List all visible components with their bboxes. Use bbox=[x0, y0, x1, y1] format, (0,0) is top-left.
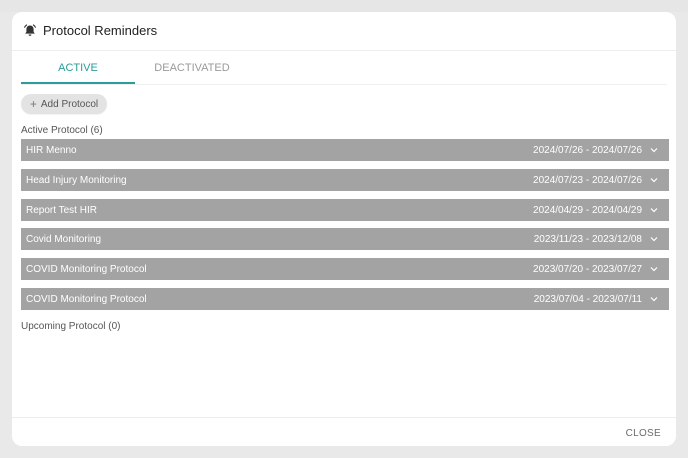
chevron-down-icon[interactable] bbox=[650, 206, 658, 214]
protocol-dates: 2023/07/04 - 2023/07/11 bbox=[533, 294, 642, 305]
protocol-row[interactable]: COVID Monitoring Protocol 2023/07/20 - 2… bbox=[21, 258, 669, 280]
protocol-name: Report Test HIR bbox=[26, 205, 97, 216]
add-protocol-label: Add Protocol bbox=[40, 98, 99, 110]
tabs-divider bbox=[21, 84, 667, 85]
protocol-dates: 2024/07/26 - 2024/07/26 bbox=[533, 145, 642, 156]
bell-icon bbox=[24, 24, 36, 36]
add-protocol-button[interactable]: + Add Protocol bbox=[21, 94, 107, 114]
protocol-row[interactable]: COVID Monitoring Protocol 2023/07/04 - 2… bbox=[21, 288, 669, 310]
protocol-name: COVID Monitoring Protocol bbox=[26, 294, 147, 305]
tab-active[interactable]: ACTIVE bbox=[21, 58, 135, 84]
close-button[interactable]: CLOSE bbox=[626, 428, 661, 439]
protocol-dates: 2024/04/29 - 2024/04/29 bbox=[533, 205, 642, 216]
protocol-name: HIR Menno bbox=[26, 145, 77, 156]
footer-divider bbox=[12, 417, 676, 418]
chevron-down-icon[interactable] bbox=[650, 176, 658, 184]
chevron-down-icon[interactable] bbox=[650, 265, 658, 273]
protocol-name: Head Injury Monitoring bbox=[26, 175, 127, 186]
protocol-reminders-modal: Protocol Reminders ACTIVE DEACTIVATED + … bbox=[12, 12, 676, 446]
chevron-down-icon[interactable] bbox=[650, 235, 658, 243]
chevron-down-icon[interactable] bbox=[650, 295, 658, 303]
active-protocol-heading: Active Protocol (6) bbox=[21, 125, 103, 136]
chevron-down-icon[interactable] bbox=[650, 146, 658, 154]
tab-deactivated[interactable]: DEACTIVATED bbox=[135, 58, 249, 82]
tab-bar: ACTIVE DEACTIVATED bbox=[21, 58, 667, 84]
protocol-name: Covid Monitoring bbox=[26, 234, 102, 245]
plus-icon: + bbox=[29, 97, 37, 111]
modal-title: Protocol Reminders bbox=[43, 23, 158, 38]
backdrop bbox=[0, 0, 688, 12]
protocol-dates: 2023/07/20 - 2023/07/27 bbox=[533, 264, 642, 275]
protocol-dates: 2023/11/23 - 2023/12/08 bbox=[533, 234, 642, 245]
modal-header: Protocol Reminders bbox=[12, 12, 676, 50]
protocol-row[interactable]: Head Injury Monitoring 2024/07/23 - 2024… bbox=[21, 169, 669, 191]
protocol-row[interactable]: Report Test HIR 2024/04/29 - 2024/04/29 bbox=[21, 199, 669, 221]
protocol-name: COVID Monitoring Protocol bbox=[26, 264, 147, 275]
upcoming-protocol-heading: Upcoming Protocol (0) bbox=[21, 321, 121, 332]
protocol-dates: 2024/07/23 - 2024/07/26 bbox=[533, 175, 642, 186]
header-divider bbox=[12, 50, 676, 51]
protocol-row[interactable]: HIR Menno 2024/07/26 - 2024/07/26 bbox=[21, 139, 669, 161]
protocol-row[interactable]: Covid Monitoring 2023/11/23 - 2023/12/08 bbox=[21, 228, 669, 250]
